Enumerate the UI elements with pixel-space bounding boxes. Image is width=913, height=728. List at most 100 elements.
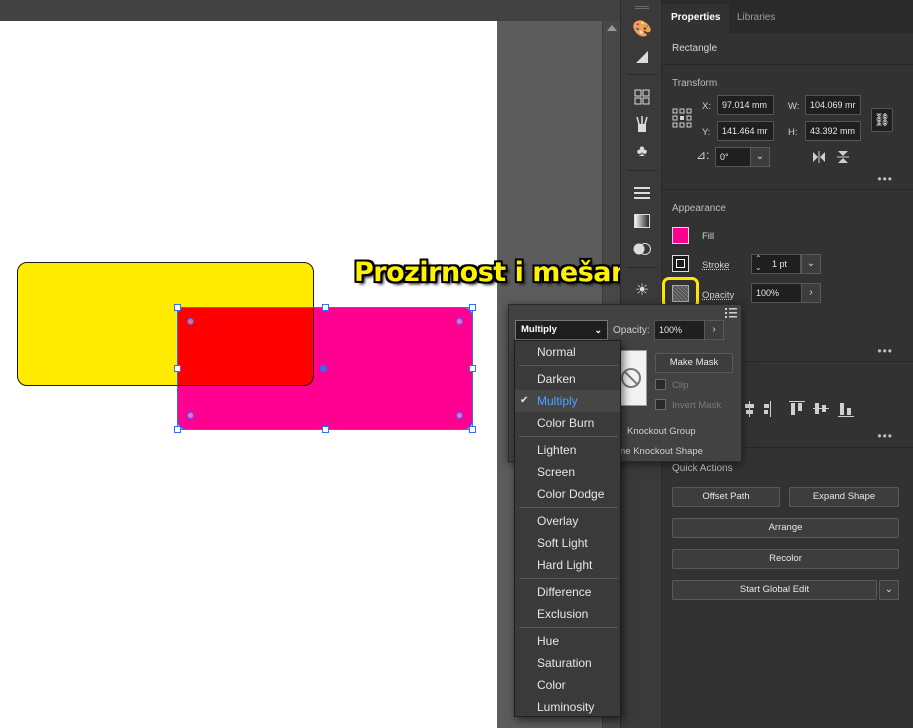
corner-widget[interactable]: [187, 318, 194, 325]
blend-mode-dropdown: Normal Darken ✔ Multiply Color Burn Light…: [514, 340, 621, 717]
flip-horizontal-icon[interactable]: [812, 151, 826, 163]
fill-swatch[interactable]: [672, 227, 689, 244]
stroke-swatch[interactable]: [672, 255, 689, 272]
blend-option-color[interactable]: Color: [515, 674, 620, 696]
section-divider: [662, 64, 913, 65]
offset-path-button[interactable]: Offset Path: [672, 487, 780, 507]
brushes-icon[interactable]: [630, 113, 654, 135]
transparency-icon[interactable]: [630, 238, 654, 260]
blend-mode-value: Multiply: [521, 324, 557, 335]
tab-properties[interactable]: Properties: [662, 4, 730, 33]
corner-widget[interactable]: [456, 412, 463, 419]
opacity-field[interactable]: 100%: [751, 283, 806, 303]
arrange-button[interactable]: Arrange: [672, 518, 899, 538]
opacity-mask-thumbnail: [617, 350, 647, 406]
checkmark-icon: ✔: [520, 395, 529, 406]
popover-menu-icon[interactable]: [725, 308, 737, 318]
invert-mask-checkbox[interactable]: [655, 399, 666, 410]
menu-separator: [519, 627, 618, 628]
blend-option-multiply-label: Multiply: [537, 394, 578, 408]
blend-option-normal[interactable]: Normal: [515, 341, 620, 363]
stroke-dropdown-chevron-icon[interactable]: ⌄: [801, 254, 821, 274]
knockout-group-label[interactable]: Knockout Group: [627, 426, 696, 437]
blend-option-exclusion[interactable]: Exclusion: [515, 603, 620, 625]
reference-point-icon[interactable]: [672, 108, 692, 128]
recolor-button[interactable]: Recolor: [672, 549, 899, 569]
blend-option-saturation[interactable]: Saturation: [515, 652, 620, 674]
opacity-arrow-icon[interactable]: ›: [801, 283, 821, 303]
opacity-icon[interactable]: [672, 285, 689, 302]
constrain-proportions-icon[interactable]: ⛓: [871, 108, 893, 132]
blend-option-hard-light[interactable]: Hard Light: [515, 554, 620, 576]
stroke-stepper-icon[interactable]: ⌃ ⌄: [755, 254, 762, 272]
appearance-icon[interactable]: ☀: [630, 279, 654, 301]
color-guide-icon[interactable]: [630, 46, 654, 68]
object-type-label: Rectangle: [672, 43, 718, 54]
tab-libraries[interactable]: Libraries: [728, 4, 784, 33]
handle-bottom[interactable]: [322, 426, 329, 433]
blend-option-overlay[interactable]: Overlay: [515, 510, 620, 532]
handle-top[interactable]: [322, 304, 329, 311]
flip-vertical-icon[interactable]: [837, 150, 849, 164]
clip-checkbox[interactable]: [655, 379, 666, 390]
blend-option-darken[interactable]: Darken: [515, 368, 620, 390]
transform-more-icon[interactable]: •••: [877, 172, 893, 186]
x-label: X:: [702, 101, 711, 112]
h-field[interactable]: 43.392 mm: [805, 121, 861, 141]
blend-option-hue[interactable]: Hue: [515, 630, 620, 652]
blend-option-difference[interactable]: Difference: [515, 581, 620, 603]
w-field[interactable]: 104.069 mr: [805, 95, 861, 115]
appearance-more-icon[interactable]: •••: [877, 344, 893, 358]
knockout-shape-label[interactable]: ne Knockout Shape: [620, 446, 703, 457]
top-bar: [0, 0, 620, 21]
w-label: W:: [788, 101, 800, 112]
grip-icon[interactable]: [635, 6, 649, 9]
global-edit-options-chevron-icon[interactable]: ⌄: [879, 580, 899, 600]
section-divider: [662, 189, 913, 190]
symbols-icon[interactable]: ♣: [630, 141, 654, 163]
scroll-up-arrow-icon[interactable]: [607, 25, 617, 31]
blend-option-soft-light[interactable]: Soft Light: [515, 532, 620, 554]
strip-divider: [627, 74, 657, 75]
center-point: [320, 365, 327, 372]
handle-right[interactable]: [469, 365, 476, 372]
gradient-icon[interactable]: [630, 210, 654, 232]
clip-label: Clip: [672, 380, 689, 391]
invert-mask-label: Invert Mask: [672, 400, 722, 411]
handle-top-right[interactable]: [469, 304, 476, 311]
stroke-panel-icon[interactable]: [630, 182, 654, 204]
corner-widget[interactable]: [187, 412, 194, 419]
blend-option-multiply[interactable]: ✔ Multiply: [515, 390, 620, 412]
blend-option-screen[interactable]: Screen: [515, 461, 620, 483]
align-more-icon[interactable]: •••: [877, 429, 893, 443]
blend-option-color-dodge[interactable]: Color Dodge: [515, 483, 620, 505]
strip-divider: [627, 267, 657, 268]
color-palette-icon[interactable]: 🎨: [630, 18, 654, 40]
make-mask-button[interactable]: Make Mask: [655, 353, 733, 373]
handle-bottom-left[interactable]: [174, 426, 181, 433]
start-global-edit-button[interactable]: Start Global Edit: [672, 580, 877, 600]
callout-label: Prozirnost i mešanje: [354, 257, 657, 288]
menu-separator: [519, 507, 618, 508]
handle-left[interactable]: [174, 365, 181, 372]
blend-option-luminosity[interactable]: Luminosity: [515, 696, 620, 718]
align-icons-row: [745, 401, 854, 417]
opacity-label[interactable]: Opacity: [702, 290, 734, 301]
x-field[interactable]: 97.014 mm: [717, 95, 774, 115]
panel-tabs: Properties Libraries: [662, 0, 913, 33]
rotate-field[interactable]: 0°: [715, 147, 755, 167]
blend-option-color-burn[interactable]: Color Burn: [515, 412, 620, 434]
y-field[interactable]: 141.464 mr: [717, 121, 774, 141]
popover-opacity-field[interactable]: 100%: [654, 320, 706, 340]
swatches-icon[interactable]: [630, 86, 654, 108]
blend-option-lighten[interactable]: Lighten: [515, 439, 620, 461]
popover-opacity-arrow-icon[interactable]: ›: [704, 320, 724, 340]
corner-widget[interactable]: [456, 318, 463, 325]
rotate-dropdown-chevron-icon[interactable]: ⌄: [750, 147, 770, 167]
handle-top-left[interactable]: [174, 304, 181, 311]
y-label: Y:: [702, 127, 711, 138]
blend-mode-select[interactable]: Multiply ⌄: [515, 320, 608, 340]
stroke-label[interactable]: Stroke: [702, 260, 729, 271]
expand-shape-button[interactable]: Expand Shape: [789, 487, 899, 507]
handle-bottom-right[interactable]: [469, 426, 476, 433]
